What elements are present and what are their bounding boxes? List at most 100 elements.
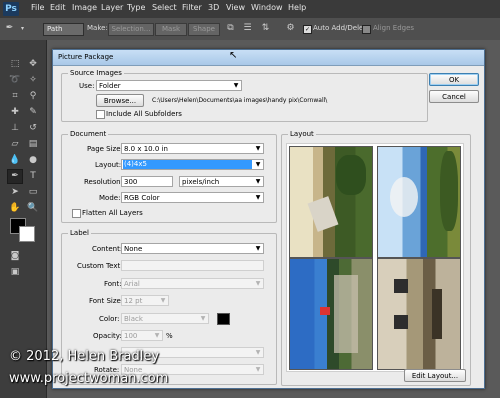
use-label: Use:: [79, 82, 95, 90]
brush-tool-icon[interactable]: ✎: [26, 106, 40, 119]
folder-path: C:\Users\Helen\Documents\aa images\handy…: [152, 97, 328, 104]
opacity-input[interactable]: 100 ▼: [121, 330, 163, 341]
chevron-down-icon[interactable]: ▾: [17, 23, 28, 34]
photo-1-buildings: [307, 196, 339, 232]
crop-tool-icon[interactable]: ⌗: [8, 90, 22, 103]
mode-select[interactable]: RGB Color ▼: [121, 192, 264, 203]
content-select[interactable]: None ▼: [121, 243, 264, 254]
opacity-unit: %: [166, 332, 173, 340]
mode-label: Mode:: [99, 194, 121, 202]
gear-icon[interactable]: ⚙: [285, 23, 296, 34]
menu-image[interactable]: Image: [72, 3, 97, 12]
quick-mask-icon[interactable]: ◙: [8, 250, 22, 263]
chevron-down-icon: ▼: [154, 332, 160, 339]
shape-button[interactable]: Shape: [188, 23, 220, 36]
tool-mode-select[interactable]: Path: [43, 23, 84, 36]
package-photo-2[interactable]: [377, 146, 461, 258]
lasso-tool-icon[interactable]: ➰: [8, 74, 22, 87]
blur-tool-icon[interactable]: 💧: [8, 154, 22, 167]
screen-mode-icon[interactable]: ▣: [8, 266, 22, 279]
custom-text-input[interactable]: [121, 260, 264, 271]
quick-select-tool-icon[interactable]: ✧: [26, 74, 40, 87]
resolution-input[interactable]: 300: [121, 176, 173, 187]
layout-select[interactable]: (4)4x5 ▼: [121, 159, 264, 170]
include-subfolders-label: Include All Subfolders: [106, 110, 182, 118]
chevron-down-icon: ▼: [255, 280, 261, 287]
menu-filter[interactable]: Filter: [182, 3, 202, 12]
use-select[interactable]: Folder ▼: [96, 80, 242, 91]
package-photo-1[interactable]: [289, 146, 373, 258]
marquee-tool-icon[interactable]: ⬚: [8, 58, 22, 71]
ok-button[interactable]: OK: [429, 73, 479, 86]
align-edges-checkbox[interactable]: [362, 25, 371, 34]
use-select-value: Folder: [99, 82, 121, 90]
dialog-title-bar[interactable]: Picture Package: [53, 50, 484, 66]
edit-layout-button[interactable]: Edit Layout...: [404, 369, 466, 382]
pen-tool-icon[interactable]: ✒: [4, 23, 15, 34]
page-size-select[interactable]: 8.0 x 10.0 in ▼: [121, 143, 264, 154]
font-size-select[interactable]: 12 pt ▼: [121, 295, 169, 306]
rectangle-tool-icon[interactable]: ▭: [26, 186, 40, 199]
source-images-legend: Source Images: [68, 69, 124, 77]
photo-3-boat: [320, 307, 330, 315]
resolution-unit-select[interactable]: pixels/inch ▼: [179, 176, 264, 187]
menu-file[interactable]: File: [31, 3, 44, 12]
auto-add-delete-checkbox[interactable]: ✓: [303, 25, 312, 34]
menu-type[interactable]: Type: [127, 3, 145, 12]
chevron-down-icon: ▼: [255, 366, 261, 373]
photo-4-window: [394, 279, 408, 293]
background-color-swatch[interactable]: [19, 226, 35, 242]
color-select[interactable]: Black ▼: [121, 313, 209, 324]
eyedropper-tool-icon[interactable]: ⚲: [26, 90, 40, 103]
menu-select[interactable]: Select: [152, 3, 177, 12]
selection-button[interactable]: Selection...: [108, 23, 154, 36]
type-tool-icon[interactable]: T: [26, 170, 40, 183]
eraser-tool-icon[interactable]: ▱: [8, 138, 22, 151]
include-subfolders-checkbox[interactable]: [96, 110, 105, 119]
chevron-down-icon: ▼: [255, 194, 261, 201]
mask-button[interactable]: Mask: [155, 23, 187, 36]
gradient-tool-icon[interactable]: ▤: [26, 138, 40, 151]
picture-package-dialog: Picture Package Source Images Use: Folde…: [52, 49, 485, 389]
label-color-swatch[interactable]: [217, 313, 230, 325]
path-selection-tool-icon[interactable]: ➤: [8, 186, 22, 199]
path-operations-icon[interactable]: ⧉: [225, 23, 236, 34]
zoom-tool-icon[interactable]: 🔍: [26, 202, 40, 215]
browse-button[interactable]: Browse...: [96, 94, 144, 107]
path-arrangement-icon[interactable]: ⇅: [260, 23, 271, 34]
cancel-button[interactable]: Cancel: [429, 90, 479, 103]
menu-3d[interactable]: 3D: [208, 3, 219, 12]
menu-window[interactable]: Window: [251, 3, 283, 12]
menu-help[interactable]: Help: [288, 3, 306, 12]
menu-layer[interactable]: Layer: [101, 3, 123, 12]
photo-2-hill: [440, 151, 458, 231]
menu-edit[interactable]: Edit: [50, 3, 66, 12]
healing-brush-tool-icon[interactable]: ✚: [8, 106, 22, 119]
color-value: Black: [124, 315, 143, 323]
package-photo-4[interactable]: [377, 258, 461, 370]
tools-panel: ⬚ ✥ ➰ ✧ ⌗ ⚲ ✚ ✎ ⊥ ↺ ▱ ▤ 💧 ● ✒ T ➤ ▭ ✋ 🔍 …: [0, 40, 47, 398]
pen-tool-icon[interactable]: ✒: [7, 169, 23, 184]
font-size-value: 12 pt: [124, 297, 143, 305]
flatten-layers-checkbox[interactable]: [72, 209, 81, 218]
photo-4-doorway: [432, 289, 442, 339]
page-size-value: 8.0 x 10.0 in: [124, 145, 168, 153]
content-label: Content:: [92, 245, 123, 253]
page-size-label: Page Size:: [87, 145, 123, 153]
move-tool-icon[interactable]: ✥: [26, 58, 40, 71]
dodge-tool-icon[interactable]: ●: [26, 154, 40, 167]
font-value: Arial: [124, 280, 140, 288]
color-label: Color:: [99, 315, 120, 323]
history-brush-tool-icon[interactable]: ↺: [26, 122, 40, 135]
layout-legend: Layout: [288, 130, 316, 138]
opacity-value: 100: [124, 332, 138, 340]
menu-view[interactable]: View: [226, 3, 245, 12]
package-photo-3[interactable]: [289, 258, 373, 370]
font-select[interactable]: Arial ▼: [121, 278, 264, 289]
path-alignment-icon[interactable]: ☰: [242, 23, 253, 34]
hand-tool-icon[interactable]: ✋: [8, 202, 22, 215]
chevron-down-icon: ▼: [255, 245, 261, 252]
photo-1-hillside: [336, 155, 366, 195]
clone-stamp-tool-icon[interactable]: ⊥: [8, 122, 22, 135]
photoshop-logo: Ps: [3, 2, 19, 16]
